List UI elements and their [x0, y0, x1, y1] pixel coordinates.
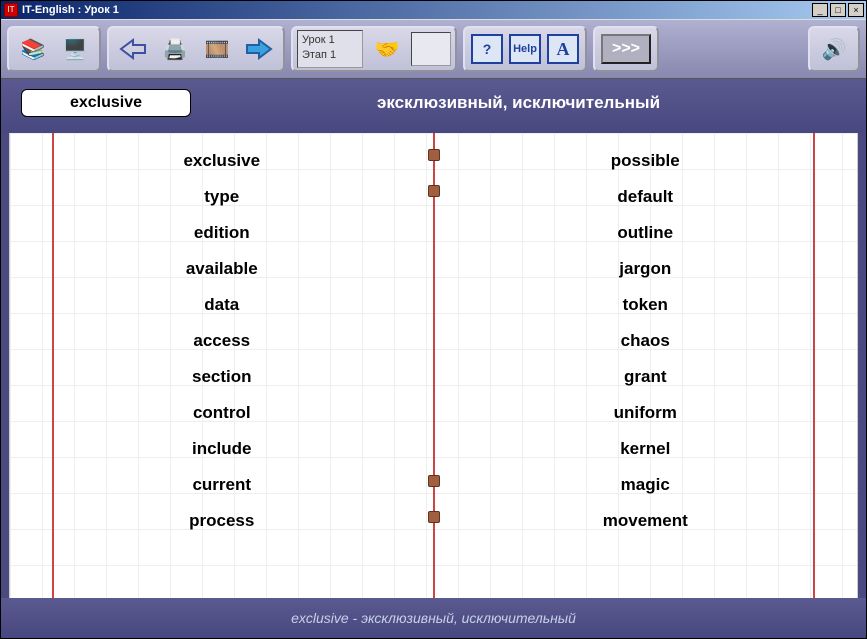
word-left[interactable]: data [204, 287, 239, 323]
word-left[interactable]: section [192, 359, 252, 395]
lesson-line2: Этап 1 [302, 48, 358, 63]
footer-bar: exclusive - эксклюзивный, исключительный [1, 598, 866, 638]
question-icon: ? [483, 41, 492, 57]
handshake-button[interactable]: 🤝 [369, 32, 405, 66]
arrow-right-icon [245, 38, 273, 60]
word-left[interactable]: current [192, 467, 251, 503]
word-left[interactable]: include [192, 431, 252, 467]
prev-button[interactable] [115, 32, 151, 66]
current-word: exclusive [70, 94, 142, 112]
next-nav-button[interactable] [241, 32, 277, 66]
font-icon: A [557, 39, 570, 60]
word-left[interactable]: exclusive [183, 143, 260, 179]
word-right[interactable]: chaos [621, 323, 670, 359]
word-left[interactable]: available [186, 251, 258, 287]
app-window: IT IT-English : Урок 1 _ □ × 📚 🖥️ 🖨️ [0, 0, 867, 639]
file-group: 📚 🖥️ [7, 26, 101, 72]
current-word-box: exclusive [21, 89, 191, 117]
header-band: exclusive эксклюзивный, исключительный [1, 79, 866, 133]
window-title: IT-English : Урок 1 [22, 4, 812, 16]
books-icon: 📚 [21, 37, 46, 62]
word-left[interactable]: type [204, 179, 239, 215]
empty-slot [411, 32, 451, 66]
lesson-line1: Урок 1 [302, 33, 358, 48]
handshake-icon: 🤝 [375, 37, 400, 62]
help-group: ? Help A [463, 26, 587, 72]
word-columns: exclusivetypeeditionavailabledataaccesss… [10, 143, 857, 598]
printer-icon: 🖨️ [163, 37, 188, 62]
close-button[interactable]: × [848, 3, 864, 17]
word-right[interactable]: jargon [619, 251, 671, 287]
help-button[interactable]: Help [509, 34, 541, 64]
speaker-icon: 🔊 [822, 37, 847, 62]
left-column: exclusivetypeeditionavailabledataaccesss… [10, 143, 434, 598]
nav-group: 🖨️ 🎞️ [107, 26, 285, 72]
question-button[interactable]: ? [471, 34, 503, 64]
reels-icon: 🎞️ [205, 37, 230, 62]
word-left[interactable]: process [189, 503, 254, 539]
word-sheet: exclusivetypeeditionavailabledataaccesss… [9, 133, 858, 598]
arrow-left-icon [119, 38, 147, 60]
word-right[interactable]: possible [611, 143, 680, 179]
next-button[interactable]: >>> [601, 34, 651, 64]
record-button[interactable]: 🎞️ [199, 32, 235, 66]
maximize-button[interactable]: □ [830, 3, 846, 17]
next-group: >>> [593, 26, 659, 72]
library-button[interactable]: 📚 [15, 32, 51, 66]
print-button[interactable]: 🖨️ [157, 32, 193, 66]
current-translation: эксклюзивный, исключительный [191, 93, 846, 113]
word-right[interactable]: token [623, 287, 668, 323]
toolbar: 📚 🖥️ 🖨️ 🎞️ [1, 19, 866, 79]
word-left[interactable]: edition [194, 215, 250, 251]
window-controls: _ □ × [812, 3, 864, 17]
word-right[interactable]: magic [621, 467, 670, 503]
minimize-button[interactable]: _ [812, 3, 828, 17]
word-right[interactable]: outline [617, 215, 673, 251]
word-right[interactable]: grant [624, 359, 667, 395]
lesson-group: Урок 1 Этап 1 🤝 [291, 26, 457, 72]
computer-icon: 🖥️ [63, 37, 88, 62]
font-button[interactable]: A [547, 34, 579, 64]
right-column: possibledefaultoutlinejargontokenchaosgr… [434, 143, 858, 598]
sound-button[interactable]: 🔊 [816, 32, 852, 66]
help-label: Help [513, 43, 537, 55]
word-right[interactable]: movement [603, 503, 688, 539]
word-right[interactable]: uniform [614, 395, 677, 431]
titlebar: IT IT-English : Урок 1 _ □ × [1, 1, 866, 19]
footer-text: exclusive - эксклюзивный, исключительный [291, 610, 576, 626]
word-right[interactable]: kernel [620, 431, 670, 467]
computer-button[interactable]: 🖥️ [57, 32, 93, 66]
word-left[interactable]: access [193, 323, 250, 359]
lesson-info: Урок 1 Этап 1 [297, 30, 363, 68]
word-right[interactable]: default [617, 179, 673, 215]
next-label: >>> [612, 40, 640, 58]
app-icon: IT [4, 3, 18, 17]
sound-group: 🔊 [808, 26, 860, 72]
word-left[interactable]: control [193, 395, 251, 431]
content-area: exclusivetypeeditionavailabledataaccesss… [1, 133, 866, 598]
